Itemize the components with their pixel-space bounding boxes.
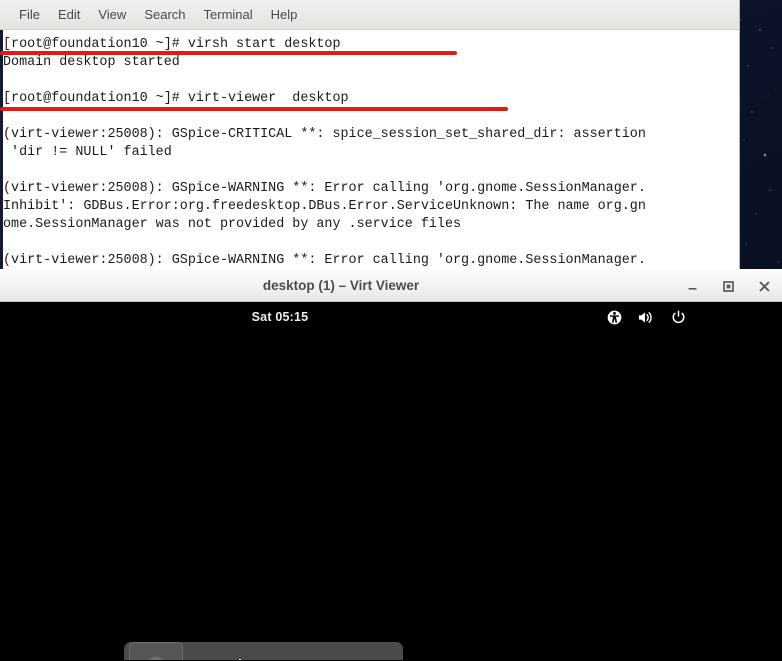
terminal-line: (virt-viewer:25008): GSpice-CRITICAL **:…	[3, 127, 646, 142]
terminal-line: (virt-viewer:25008): GSpice-WARNING **: …	[3, 253, 646, 268]
terminal-menubar: File Edit View Search Terminal Help	[0, 0, 739, 30]
list-item[interactable]: Student User	[124, 642, 403, 660]
terminal-output-area[interactable]: [root@foundation10 ~]# virsh start deskt…	[0, 30, 739, 269]
login-user-list: Student User	[124, 642, 403, 660]
gnome-top-bar: Sat 05:15	[0, 302, 782, 332]
system-status-area	[606, 302, 686, 332]
avatar	[129, 642, 183, 660]
terminal-line: [root@foundation10 ~]# virt-viewer deskt…	[3, 91, 349, 106]
minimize-button[interactable]	[682, 277, 702, 297]
volume-icon[interactable]	[638, 309, 654, 325]
guest-display[interactable]: Sat 05:15	[0, 302, 782, 660]
gnome-terminal-window[interactable]: File Edit View Search Terminal Help [roo…	[0, 0, 740, 269]
terminal-line: Domain desktop started	[3, 55, 180, 70]
power-icon[interactable]	[670, 309, 686, 325]
terminal-line: (virt-viewer:25008): GSpice-WARNING **: …	[3, 181, 646, 196]
menu-search[interactable]: Search	[135, 4, 194, 25]
accessibility-icon[interactable]	[606, 309, 622, 325]
terminal-line: 'dir != NULL' failed	[3, 145, 172, 160]
screen-root: File Edit View Search Terminal Help [roo…	[0, 0, 782, 661]
user-name-label: Student User	[201, 657, 318, 661]
menu-view[interactable]: View	[89, 4, 135, 25]
menu-edit[interactable]: Edit	[49, 4, 89, 25]
underline-virt-viewer-desktop	[0, 107, 508, 111]
underline-virsh-start-desktop	[0, 51, 457, 55]
window-title: desktop (1) – Virt Viewer	[262, 278, 420, 293]
terminal-line: Inhibit': GDBus.Error:org.freedesktop.DB…	[3, 199, 646, 214]
virt-viewer-window[interactable]: desktop (1) – Virt Viewer Sat 05:15	[0, 269, 782, 661]
menu-file[interactable]: File	[10, 4, 49, 25]
maximize-button[interactable]	[718, 277, 738, 297]
menu-help[interactable]: Help	[262, 4, 307, 25]
virt-viewer-titlebar[interactable]: desktop (1) – Virt Viewer	[0, 269, 782, 302]
close-button[interactable]	[754, 277, 774, 297]
terminal-line: ome.SessionManager was not provided by a…	[3, 217, 462, 232]
window-controls	[682, 270, 774, 303]
menu-terminal[interactable]: Terminal	[195, 4, 262, 25]
